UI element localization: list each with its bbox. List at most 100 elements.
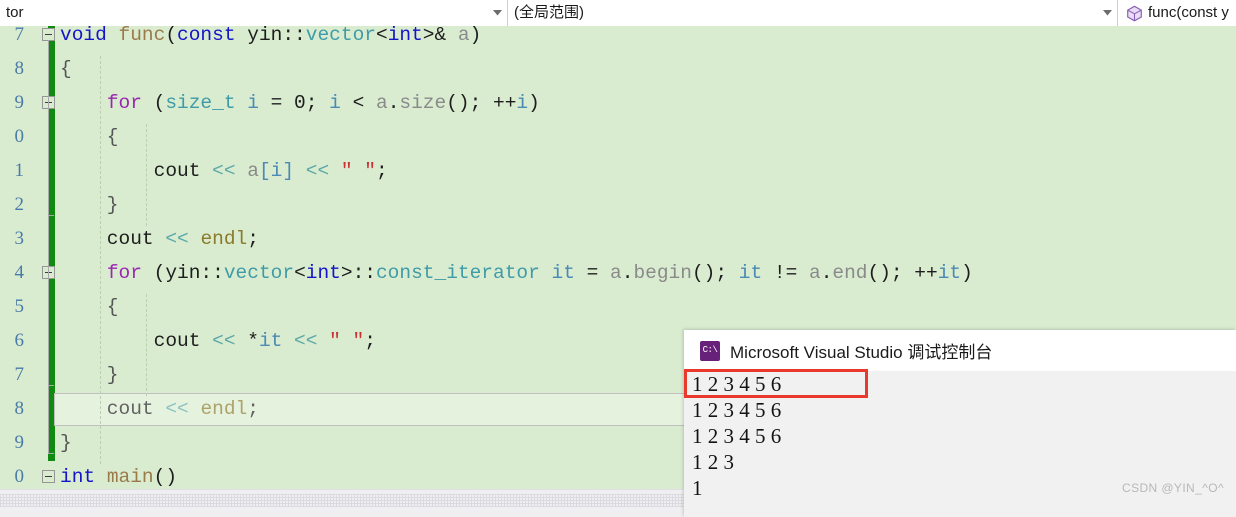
code-token: endl bbox=[200, 228, 248, 250]
code-token: yin:: bbox=[235, 26, 306, 46]
code-token: ] bbox=[282, 160, 295, 182]
fold-toggle-icon[interactable] bbox=[42, 470, 55, 483]
console-cmd-icon-glyph: C:\ bbox=[702, 345, 718, 355]
code-token: = bbox=[574, 262, 611, 284]
member-dropdown[interactable]: func(const y bbox=[1118, 0, 1236, 26]
code-token: << bbox=[212, 160, 236, 182]
code-line: { bbox=[60, 52, 72, 86]
cube-icon bbox=[1126, 5, 1143, 22]
code-token: for bbox=[106, 262, 142, 284]
code-token: } bbox=[60, 364, 119, 386]
code-token: a bbox=[247, 160, 259, 182]
code-line: cout << a[i] << " "; bbox=[60, 154, 388, 188]
code-token: ( bbox=[141, 92, 166, 114]
code-token: { bbox=[60, 126, 119, 148]
console-title-text: Microsoft Visual Studio 调试控制台 bbox=[730, 343, 993, 362]
chevron-down-icon[interactable] bbox=[1097, 0, 1117, 26]
code-line: cout << *it << " "; bbox=[60, 324, 376, 358]
code-token: . bbox=[621, 262, 634, 284]
line-number: 3 bbox=[14, 228, 25, 249]
project-dropdown-value: tor bbox=[6, 4, 24, 21]
code-token: void bbox=[60, 26, 107, 46]
code-token: < bbox=[375, 26, 388, 46]
line-number: 5 bbox=[14, 296, 25, 317]
code-token: } bbox=[60, 432, 72, 454]
code-token: { bbox=[60, 296, 119, 318]
code-token: a bbox=[457, 26, 470, 46]
code-token: ) bbox=[528, 92, 540, 114]
code-token: ( bbox=[165, 26, 178, 46]
code-token: [ bbox=[258, 160, 271, 182]
code-token: it bbox=[551, 262, 575, 284]
code-token: end bbox=[832, 262, 868, 284]
project-dropdown[interactable]: tor bbox=[0, 0, 508, 26]
console-output-line: 1 2 3 4 5 6 bbox=[692, 372, 782, 396]
code-token: = 0; bbox=[258, 92, 330, 114]
code-token: begin bbox=[633, 262, 692, 284]
code-line: void func(const yin::vector<int>& a) bbox=[60, 26, 481, 52]
code-line: { bbox=[60, 290, 119, 324]
code-line: cout << endl; bbox=[60, 222, 259, 256]
code-token: < bbox=[340, 92, 376, 114]
code-token: ; bbox=[375, 160, 388, 182]
code-token: a bbox=[610, 262, 622, 284]
code-token: a bbox=[808, 262, 821, 284]
code-token: (); bbox=[691, 262, 739, 284]
indent-guide bbox=[146, 294, 147, 396]
navigation-bar: tor (全局范围) func(const y bbox=[0, 0, 1236, 26]
console-cmd-icon: C:\ bbox=[700, 340, 720, 361]
line-number: 2 bbox=[14, 194, 25, 215]
line-number: 0 bbox=[14, 466, 25, 487]
code-token: << bbox=[165, 228, 189, 250]
scope-dropdown[interactable]: (全局范围) bbox=[508, 0, 1118, 26]
code-token: i bbox=[247, 92, 259, 114]
code-token: * bbox=[235, 330, 259, 352]
code-token: ; bbox=[247, 228, 259, 250]
code-token: i bbox=[516, 92, 529, 114]
code-line: for (yin::vector<int>::const_iterator it… bbox=[60, 256, 973, 290]
code-token: << bbox=[212, 330, 236, 352]
code-token: (yin:: bbox=[141, 262, 224, 284]
code-token: i bbox=[329, 92, 341, 114]
code-token: endl bbox=[200, 398, 248, 420]
line-number: 0 bbox=[14, 126, 25, 147]
code-token: != bbox=[762, 262, 809, 284]
code-token: ) bbox=[961, 262, 973, 284]
code-token: { bbox=[60, 58, 72, 80]
code-token: cout bbox=[60, 228, 166, 250]
code-token: << bbox=[165, 398, 189, 420]
scope-dropdown-value: (全局范围) bbox=[514, 4, 584, 21]
code-token: for bbox=[106, 92, 142, 114]
code-token: it bbox=[738, 262, 763, 284]
line-number-gutter: 7 8 9 0 1 2 3 4 5 6 7 8 9 0 bbox=[0, 26, 26, 489]
code-token: < bbox=[294, 262, 306, 284]
console-output-area: 1 2 3 4 5 61 2 3 4 5 61 2 3 4 5 61 2 31 bbox=[684, 371, 1236, 517]
code-token: " " bbox=[340, 160, 376, 182]
chevron-down-icon[interactable] bbox=[487, 0, 507, 26]
code-token: >:: bbox=[340, 262, 376, 284]
code-token: ) bbox=[469, 26, 482, 46]
code-line: { bbox=[60, 120, 119, 154]
code-token: const_iterator bbox=[375, 262, 540, 284]
code-token: size_t bbox=[165, 92, 236, 114]
member-dropdown-value: func(const y bbox=[1148, 4, 1229, 21]
code-token: size bbox=[399, 92, 447, 114]
code-token: func bbox=[118, 26, 166, 46]
code-token: vector bbox=[223, 262, 295, 284]
code-token: const bbox=[177, 26, 236, 46]
code-token: int bbox=[387, 26, 423, 46]
code-folding-column[interactable] bbox=[26, 26, 55, 489]
code-token: << bbox=[305, 160, 330, 182]
code-token: (); ++ bbox=[446, 92, 517, 114]
line-number: 6 bbox=[14, 330, 25, 351]
line-number: 9 bbox=[14, 92, 25, 113]
code-line: for (size_t i = 0; i < a.size(); ++i) bbox=[60, 86, 540, 120]
